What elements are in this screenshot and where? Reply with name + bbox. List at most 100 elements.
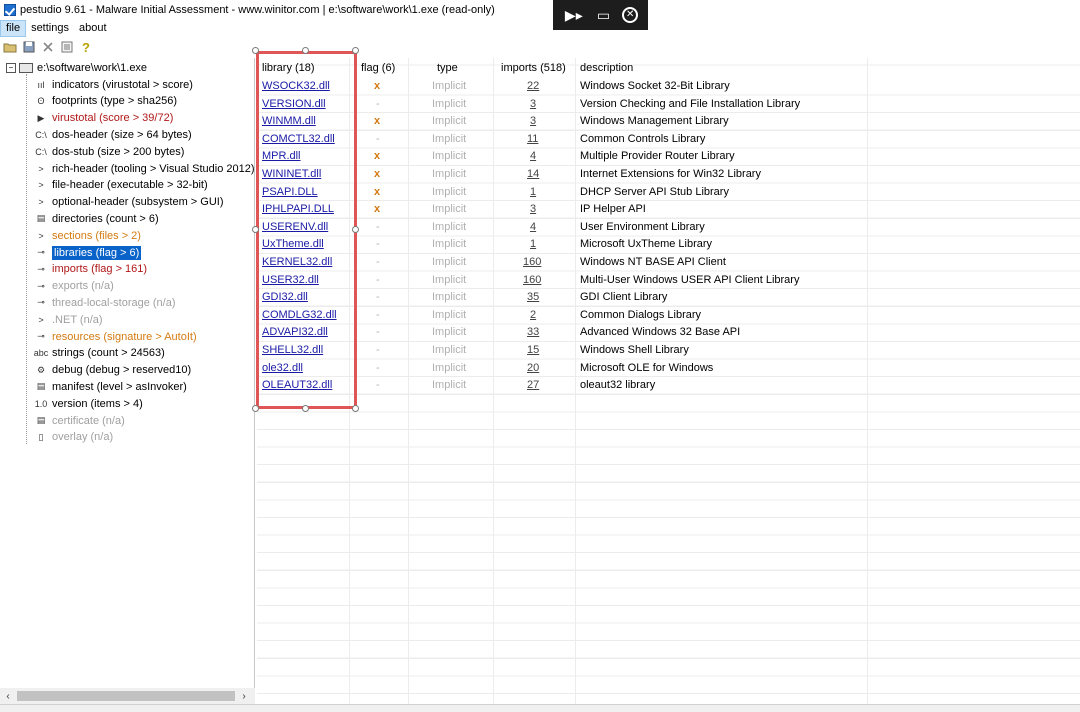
imports-cell[interactable]: 35 [527, 289, 539, 307]
tree-item[interactable]: 1.0 version (items > 4) [33, 395, 143, 412]
tree-item[interactable]: ⊸ libraries (flag > 6) [33, 244, 142, 261]
table-row[interactable]: PSAPI.DLL x Implicit 1 DHCP Server API Stub … [257, 184, 1080, 202]
imports-cell[interactable]: 27 [527, 377, 539, 395]
header-type[interactable]: type [437, 58, 458, 78]
window-title: pestudio 9.61 - Malware Initial Assessme… [20, 4, 495, 16]
imports-cell[interactable]: 160 [523, 254, 541, 272]
imports-cell[interactable]: 4 [530, 219, 536, 237]
table-row[interactable]: COMDLG32.dll - Implicit 2 Common Dialogs Lib… [257, 307, 1080, 325]
type-cell: Implicit [432, 132, 467, 145]
imports-cell[interactable]: 3 [530, 201, 536, 219]
scroll-left-icon[interactable]: ‹ [0, 691, 16, 702]
tree-node-icon: ⊸ [37, 263, 45, 274]
help-icon[interactable]: ? [78, 39, 94, 55]
tree-item[interactable]: ⊸ thread-local-storage (n/a) [33, 294, 175, 311]
tree-item[interactable]: ⊸ resources (signature > AutoIt) [33, 328, 196, 345]
open-folder-icon[interactable] [2, 39, 18, 55]
save-icon[interactable] [21, 39, 37, 55]
tree-item[interactable]: ▯ overlay (n/a) [33, 429, 114, 446]
tree-item[interactable]: ▶ virustotal (score > 39/72) [33, 110, 174, 127]
imports-cell[interactable]: 2 [530, 307, 536, 325]
tree-item-label: debug (debug > reserved10) [52, 364, 192, 377]
tree-node-icon: ııl [37, 79, 45, 90]
description-cell: IP Helper API [580, 203, 646, 216]
imports-cell[interactable]: 33 [527, 324, 539, 342]
description-cell: Multi-User Windows USER API Client Libra… [580, 273, 800, 286]
description-cell: Internet Extensions for Win32 Library [580, 168, 761, 180]
imports-cell[interactable]: 3 [530, 113, 536, 131]
collapse-icon[interactable]: − [6, 62, 16, 73]
tree-item-label: imports (flag > 161) [52, 263, 148, 276]
header-imports[interactable]: imports (518) [501, 58, 566, 78]
tree-item[interactable]: ʘ footprints (type > sha256) [33, 93, 177, 110]
type-cell: Implicit [432, 238, 467, 251]
table-row[interactable]: WSOCK32.dll x Implicit 22 Windows Socket 32-… [257, 78, 1080, 96]
table-row[interactable]: VERSION.dll - Implicit 3 Version Checking an… [257, 96, 1080, 114]
table-row[interactable]: IPHLPAPI.DLL x Implicit 3 IP Helper API [257, 201, 1080, 219]
table-row[interactable]: WININET.dll x Implicit 14 Internet Extension… [257, 166, 1080, 184]
tree-item[interactable]: ⚙ debug (debug > reserved10) [33, 362, 191, 379]
list-icon[interactable] [59, 39, 75, 55]
imports-cell[interactable]: 22 [527, 78, 539, 96]
imports-cell[interactable]: 11 [527, 131, 538, 149]
tree-node-icon: ⊸ [37, 331, 45, 341]
menu-file[interactable]: file [0, 20, 27, 37]
flag-cell: - [376, 308, 380, 321]
tree-item-label: optional-header (subsystem > GUI) [52, 196, 224, 209]
table-row[interactable]: UxTheme.dll - Implicit 1 Microsoft UxTheme L… [257, 236, 1080, 254]
menu-about[interactable]: about [74, 20, 112, 37]
imports-cell[interactable]: 4 [530, 148, 536, 166]
imports-cell[interactable]: 1 [530, 236, 536, 254]
tree-item[interactable]: abc strings (count > 24563) [33, 345, 165, 362]
tree-item[interactable]: C:\ dos-header (size > 64 bytes) [33, 126, 191, 143]
table-row[interactable]: KERNEL32.dll - Implicit 160 Windows NT BASE … [257, 254, 1080, 272]
tree-item[interactable]: > file-header (executable > 32-bit) [33, 177, 207, 194]
table-row[interactable]: OLEAUT32.dll - Implicit 27 oleaut32 library [257, 377, 1080, 395]
table-row[interactable]: WINMM.dll x Implicit 3 Windows Management Li… [257, 113, 1080, 131]
tree-item[interactable]: > optional-header (subsystem > GUI) [33, 194, 224, 211]
imports-cell[interactable]: 160 [523, 272, 541, 290]
tree-item[interactable]: > .NET (n/a) [33, 311, 102, 328]
header-description[interactable]: description [580, 58, 633, 78]
delete-icon[interactable] [40, 39, 56, 55]
table-row[interactable]: MPR.dll x Implicit 4 Multiple Provider Route… [257, 148, 1080, 166]
table-row[interactable]: ADVAPI32.dll - Implicit 33 Advanced Windows … [257, 324, 1080, 342]
flag-cell: x [374, 203, 381, 216]
imports-cell[interactable]: 1 [530, 184, 536, 202]
tree-item-label: version (items > 4) [52, 397, 143, 410]
imports-cell[interactable]: 3 [530, 96, 536, 114]
imports-cell[interactable]: 14 [527, 166, 539, 184]
tree-root[interactable]: − e:\software\work\1.exe [6, 59, 147, 76]
tree-item[interactable]: ııl indicators (virustotal > score) [33, 76, 192, 93]
tree-item[interactable]: > rich-header (tooling > Visual Studio 20… [33, 160, 254, 177]
tree-item[interactable]: ▤ certificate (n/a) [33, 412, 125, 429]
flag-cell: - [376, 344, 380, 356]
table-row[interactable]: ole32.dll - Implicit 20 Microsoft OLE for Wi… [257, 360, 1080, 378]
tree-item[interactable]: ▤ manifest (level > asInvoker) [33, 378, 187, 395]
tree-item[interactable]: ⊸ imports (flag > 161) [33, 261, 147, 278]
header-flag[interactable]: flag (6) [361, 58, 395, 78]
tree-node-icon: ▤ [36, 213, 46, 224]
table-row[interactable]: SHELL32.dll - Implicit 15 Windows Shell Libr… [257, 342, 1080, 360]
table-row[interactable]: USER32.dll - Implicit 160 Multi-User Windows… [257, 272, 1080, 290]
menu-settings[interactable]: settings [26, 20, 74, 37]
type-cell: Implicit [432, 291, 467, 304]
table-row[interactable]: COMCTL32.dll - Implicit 11 Common Controls L… [257, 131, 1080, 149]
tree-item[interactable]: ⊸ exports (n/a) [33, 278, 114, 295]
table-row[interactable]: GDI32.dll - Implicit 35 GDI Client Library [257, 289, 1080, 307]
table-row[interactable]: USERENV.dll - Implicit 4 User Environment Li… [257, 219, 1080, 237]
tree-item[interactable]: > sections (files > 2) [33, 227, 141, 244]
scroll-right-icon[interactable]: › [236, 691, 252, 702]
tree-node-icon: ⊸ [37, 280, 45, 291]
tree-item[interactable]: ▤ directories (count > 6) [33, 210, 159, 227]
type-cell: Implicit [432, 115, 467, 128]
annotation-handle [252, 226, 259, 233]
imports-cell[interactable]: 15 [527, 342, 539, 360]
tree-item[interactable]: C:\ dos-stub (size > 200 bytes) [33, 143, 184, 160]
flag-cell: x [374, 80, 381, 92]
tree-node-icon: C:\ [35, 129, 47, 140]
scroll-thumb[interactable] [17, 691, 235, 701]
tree-horizontal-scrollbar[interactable]: ‹ › [0, 688, 255, 704]
tree-node-icon: ▶ [37, 112, 45, 123]
imports-cell[interactable]: 20 [527, 360, 539, 378]
